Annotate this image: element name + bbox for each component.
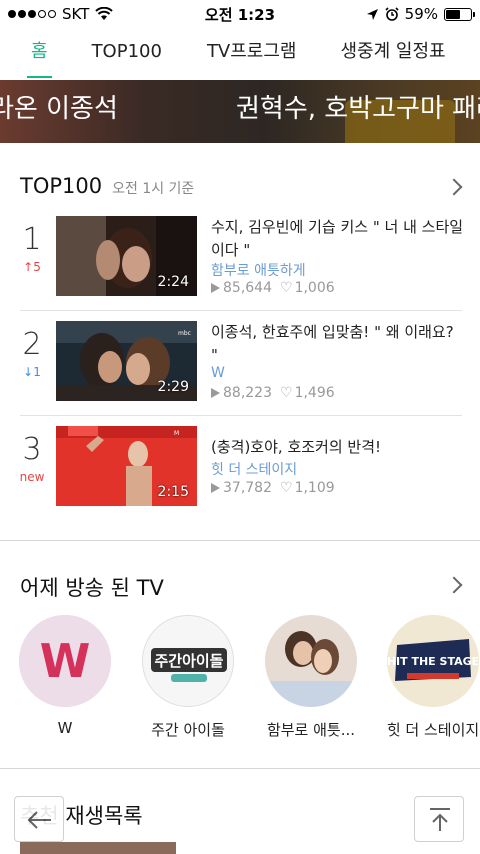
rank-number: 2 [22,327,42,362]
video-duration: 2:29 [157,379,189,395]
rank-change: ↑5 [23,260,41,274]
program-label: W [57,719,73,737]
play-icon [211,483,220,493]
svg-text:주간아이돌: 주간아이돌 [154,652,223,670]
top100-header[interactable]: TOP100 오전 1시 기준 [20,174,194,198]
program-name[interactable]: W [211,365,225,381]
program-label: 함부로 애틋... [266,721,356,739]
video-title[interactable]: 이종석, 한효주에 입맞춤! " 왜 이래요? " [211,321,465,367]
tab-home[interactable]: 홈 [27,28,52,80]
play-count: 37,782 [211,480,272,496]
chevron-right-icon[interactable] [445,576,463,594]
status-bar: SKT 오전 1:23 59% [0,0,480,28]
top100-row[interactable]: 3 new M 2:15 (충격)호야, 호조커의 반격! 힛 더 스테이지 3… [0,416,480,521]
back-button[interactable] [14,796,64,842]
program-label: 주간 아이돌 [151,721,225,739]
video-duration: 2:15 [157,484,189,500]
video-thumbnail[interactable]: M 2:15 [56,426,197,506]
rank-number: 1 [22,222,42,257]
like-count: ♡ 1,496 [280,385,335,401]
tv-program-item[interactable]: 주간아이돌 주간 아이돌 [141,615,235,740]
video-title[interactable]: (충격)호야, 호조커의 반격! [211,436,465,459]
svg-text:mbc: mbc [178,330,191,337]
tv-program-item[interactable]: HIT THE STAGE 힛 더 스테이지 [386,615,480,740]
like-count: ♡ 1,109 [280,480,335,496]
banner-text-right: 권혁수, 호박고구마 패러 [236,94,480,124]
w-logo: W [19,615,111,707]
rank-change: ↓1 [23,365,41,379]
play-count: 85,644 [211,280,272,296]
arrow-up-icon [430,808,450,831]
play-count: 88,223 [211,385,272,401]
alarm-icon [385,7,399,21]
tv-program-item[interactable]: 함부로 애틋... [264,615,358,740]
hit-the-stage-logo: HIT THE STAGE [387,615,479,707]
tab-live-schedule[interactable]: 생중계 일정표 [341,28,446,80]
top100-row[interactable]: 1 ↑5 2:24 수지, 김우빈에 기습 키스 " 너 내 스타일이다 " 함… [0,206,480,311]
program-name[interactable]: 힛 더 스테이지 [211,459,297,479]
battery-percent: 59% [404,5,438,23]
program-thumbnail[interactable] [265,615,357,707]
video-thumbnail[interactable]: 2:24 [56,216,197,296]
location-icon [366,8,378,20]
arrow-left-icon [27,811,51,829]
tab-bar: 홈 TOP100 TV프로그램 생중계 일정표 [0,28,480,80]
yesterday-tv-header[interactable]: 어제 방송 된 TV [20,572,164,602]
play-icon [211,388,220,398]
video-stats: 37,782 ♡ 1,109 [211,480,335,496]
play-icon [211,283,220,293]
program-name[interactable]: 함부로 애틋하게 [211,260,306,280]
video-stats: 85,644 ♡ 1,006 [211,280,335,296]
tv-program-item[interactable]: W W [18,615,112,737]
video-title[interactable]: 수지, 김우빈에 기습 키스 " 너 내 스타일이다 " [211,216,465,262]
section-divider [0,540,480,541]
scroll-top-button[interactable] [414,796,464,842]
rank-number: 3 [22,432,42,467]
banner-text-left: 라온 이종석 [0,94,118,124]
heart-icon: ♡ [280,280,293,296]
battery-icon [444,7,475,21]
program-thumbnail[interactable]: HIT THE STAGE [387,615,479,707]
rank-change: new [19,470,45,484]
playlist-thumbnail[interactable] [20,842,176,854]
video-stats: 88,223 ♡ 1,496 [211,385,335,401]
section-divider [0,768,480,769]
chevron-right-icon[interactable] [445,178,463,196]
like-count: ♡ 1,006 [280,280,335,296]
yesterday-tv-title: 어제 방송 된 TV [20,576,164,600]
program-thumbnail[interactable]: W [19,615,111,707]
drama-poster [265,615,357,707]
top100-title: TOP100 [20,174,103,198]
svg-text:M: M [174,430,179,437]
svg-text:HIT THE STAGE: HIT THE STAGE [387,655,479,668]
program-thumbnail[interactable]: 주간아이돌 [142,615,234,707]
svg-text:W: W [40,634,91,688]
video-duration: 2:24 [157,274,189,290]
weekly-idol-logo: 주간아이돌 [143,616,233,706]
banner-carousel[interactable]: 라온 이종석 권혁수, 호박고구마 패러 [0,80,480,143]
heart-icon: ♡ [280,480,293,496]
program-label: 힛 더 스테이지 [386,721,480,739]
tab-tv-program[interactable]: TV프로그램 [207,28,297,80]
top100-subtitle: 오전 1시 기준 [112,181,195,197]
top100-row[interactable]: 2 ↓1 mbc 2:29 이종석, 한효주에 입맞춤! " 왜 이래요? " … [0,311,480,416]
heart-icon: ♡ [280,385,293,401]
video-thumbnail[interactable]: mbc 2:29 [56,321,197,401]
tab-top100[interactable]: TOP100 [92,28,162,80]
